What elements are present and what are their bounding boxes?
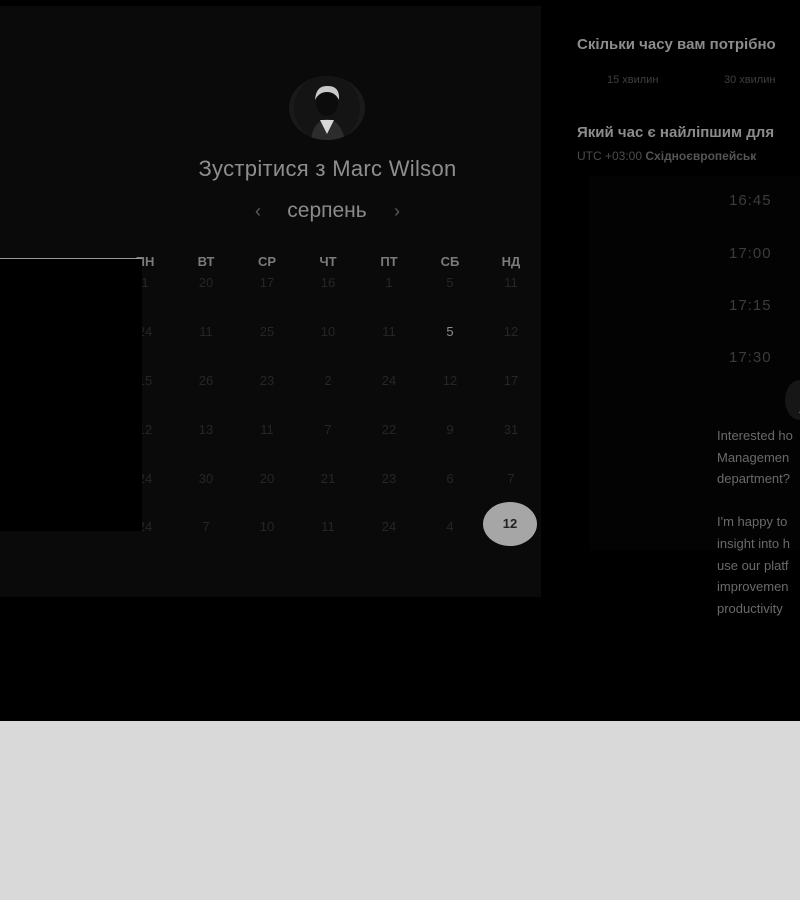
calendar-day[interactable]: 4 [430,519,470,534]
duration-heading: Скільки часу вам потрібно [577,36,776,53]
calendar-day[interactable]: 26 [186,373,226,388]
calendar-day[interactable]: 31 [491,422,531,437]
calendar-day[interactable]: 22 [369,422,409,437]
calendar-day[interactable]: 6 [430,471,470,486]
calendar-day[interactable]: 20 [247,471,287,486]
time-slot[interactable]: 17:30 [729,349,772,366]
calendar-day[interactable]: 12 [430,373,470,388]
weekday-label: ВТ [197,254,215,269]
timezone-offset: UTC +03:00 [577,149,643,163]
description-line: Interested ho [717,428,793,443]
calendar-day[interactable]: 13 [186,422,226,437]
duration-option-30[interactable]: 30 хвилин [724,74,775,86]
time-slot[interactable]: 17:00 [729,245,772,262]
weekday-label: НД [501,254,521,269]
selected-day[interactable]: 12 [483,502,537,546]
timezone-selector[interactable]: UTC +03:00 Східноєвропейськ [577,149,756,163]
calendar-day[interactable]: 5 [430,275,470,290]
calendar-day[interactable]: 9 [430,422,470,437]
duration-option-15[interactable]: 15 хвилин [607,74,658,86]
calendar-day[interactable]: 20 [186,275,226,290]
calendar-day[interactable]: 7 [186,519,226,534]
description-line: use our platf [717,557,789,573]
description-line: department? [717,471,790,487]
scheduler-page: Зустрітися з Marc Wilson ‹ серпень › ПН … [0,0,800,721]
calendar-day[interactable]: 1 [369,275,409,290]
description-line: Managemen [717,449,790,465]
calendar-day[interactable]: 11 [369,324,409,339]
calendar-day[interactable]: 11 [491,275,531,290]
calendar-day[interactable]: 21 [308,471,348,486]
time-slot[interactable]: 17:15 [729,297,772,314]
calendar-day[interactable]: 10 [308,324,348,339]
chevron-left-icon[interactable]: ‹ [255,201,261,222]
description-line: productivity [717,600,783,616]
chevron-right-icon[interactable]: › [394,201,400,222]
weekday-label: ЧТ [319,254,337,269]
avatar [289,76,365,140]
calendar-day[interactable]: 2 [308,373,348,388]
calendar-day[interactable]: 16 [308,275,348,290]
calendar-day[interactable]: 23 [369,471,409,486]
calendar-day[interactable]: 12 [491,324,531,339]
description-line: insight into h [717,536,790,551]
description-line: I'm happy to [717,514,788,530]
calendar-day[interactable]: 11 [247,422,287,437]
calendar-day[interactable]: 17 [247,275,287,290]
calendar-day[interactable]: 24 [369,519,409,534]
month-label: серпень [287,199,367,222]
calendar-day[interactable]: 23 [247,373,287,388]
weekday-label: СР [257,254,277,269]
calendar-day[interactable]: 17 [491,373,531,388]
calendar-day[interactable]: 24 [369,373,409,388]
calendar-day[interactable]: 30 [186,471,226,486]
calendar-day[interactable]: 7 [491,471,531,486]
weekday-label: ПТ [380,254,398,269]
host-photo-icon [294,76,360,140]
time-slot[interactable]: 16:45 [729,192,772,209]
calendar-day[interactable]: 10 [247,519,287,534]
calendar-day[interactable]: 11 [308,519,348,534]
description-line: improvemen [717,579,789,595]
page-title: Зустрітися з Marc Wilson [198,156,457,181]
time-heading: Який час є найліпшим для [577,124,775,141]
calendar-day[interactable]: 5 [430,324,470,339]
calendar-day[interactable]: 7 [308,422,348,437]
calendar-day[interactable]: 11 [186,324,226,339]
calendar-day[interactable]: 25 [247,324,287,339]
month-navigator: ‹ серпень › [255,199,400,225]
weekday-label: СБ [440,254,460,269]
overlay-panel [0,258,142,531]
timezone-name: Східноєвропейськ [645,149,757,163]
